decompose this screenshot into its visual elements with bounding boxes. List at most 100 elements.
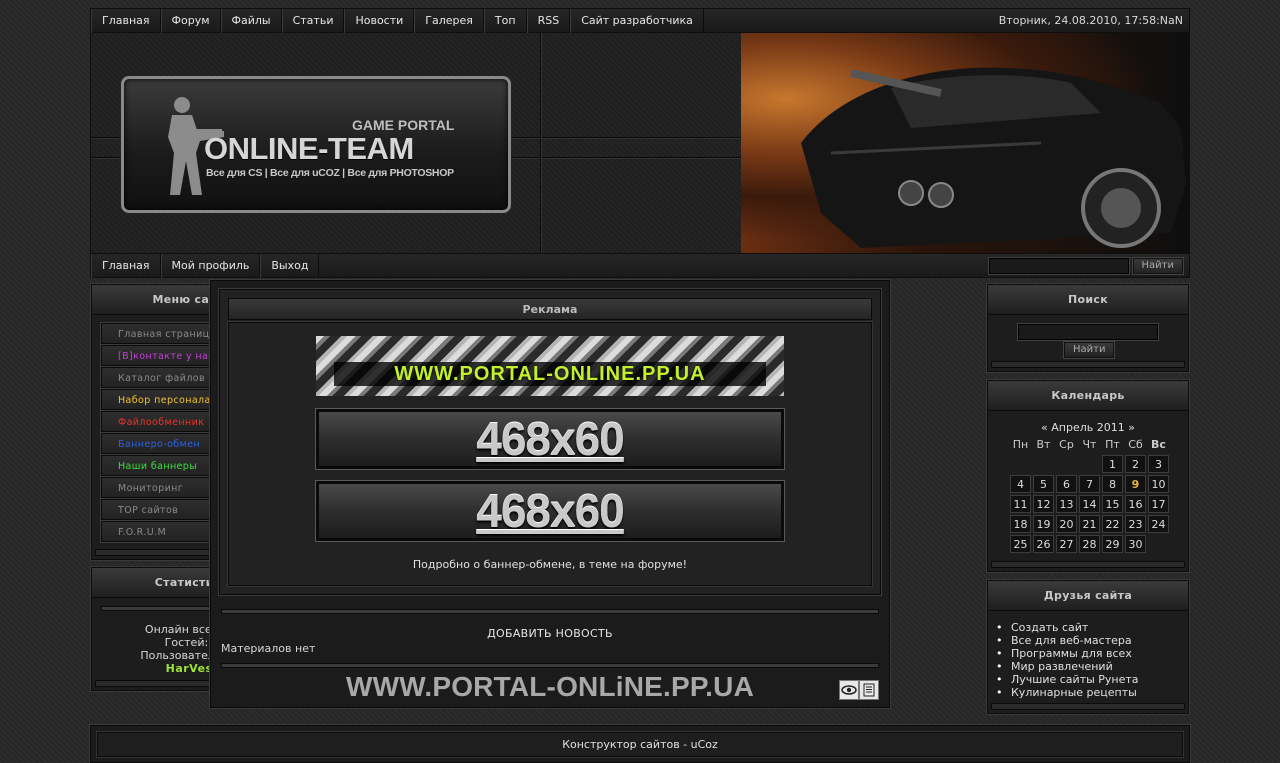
top-nav-news[interactable]: Новости bbox=[344, 9, 415, 33]
calendar-day[interactable]: 10 bbox=[1148, 475, 1169, 493]
friend-link[interactable]: Создать сайт bbox=[1011, 621, 1088, 634]
block-bottom-bar bbox=[991, 361, 1185, 368]
calendar-day[interactable]: 23 bbox=[1125, 515, 1146, 533]
calendar-empty-cell bbox=[1033, 455, 1054, 473]
ad-block: Реклама WWW.PORTAL-ONLINE.PP.UA 468x60 4… bbox=[219, 289, 881, 595]
site-header: GAME PORTAL ONLINE-TEAM Все для CS | Все… bbox=[90, 33, 1190, 253]
top-nav-home[interactable]: Главная bbox=[91, 9, 161, 33]
header-search-input[interactable] bbox=[988, 258, 1129, 274]
calendar-day[interactable]: 20 bbox=[1056, 515, 1077, 533]
calendar-day[interactable]: 28 bbox=[1079, 535, 1100, 553]
calendar-day[interactable]: 14 bbox=[1079, 495, 1100, 513]
ad-block-title: Реклама bbox=[228, 298, 872, 320]
weekday-label: Вс bbox=[1151, 437, 1166, 451]
calendar-day[interactable]: 30 bbox=[1125, 535, 1146, 553]
calendar-day[interactable]: 2 bbox=[1125, 455, 1146, 473]
site-footer: Конструктор сайтов - uCoz bbox=[90, 725, 1190, 763]
top-nav-articles[interactable]: Статьи bbox=[281, 9, 345, 33]
calendar-day[interactable]: 6 bbox=[1056, 475, 1077, 493]
weekday-label: Чт bbox=[1082, 437, 1097, 451]
friend-link[interactable]: Лучшие сайты Рунета bbox=[1011, 673, 1139, 686]
friend-link[interactable]: Все для веб-мастера bbox=[1011, 634, 1132, 647]
calendar-day[interactable]: 12 bbox=[1033, 495, 1054, 513]
calendar-day[interactable]: 25 bbox=[1010, 535, 1031, 553]
eye-icon[interactable] bbox=[839, 680, 859, 700]
add-news-link[interactable]: ДОБАВИТЬ НОВОСТЬ bbox=[211, 627, 889, 640]
banner-placeholder-2[interactable]: 468x60 bbox=[316, 481, 784, 541]
site-logo[interactable]: GAME PORTAL ONLINE-TEAM Все для CS | Все… bbox=[121, 76, 511, 213]
calendar-day[interactable]: 3 bbox=[1148, 455, 1169, 473]
weekday-label: Ср bbox=[1059, 437, 1074, 451]
friends-block: Друзья сайта Создать сайт Все для веб-ма… bbox=[987, 580, 1189, 714]
top-nav-files[interactable]: Файлы bbox=[220, 9, 282, 33]
calendar-day[interactable]: 8 bbox=[1102, 475, 1123, 493]
calendar-day[interactable]: 26 bbox=[1033, 535, 1054, 553]
user-nav-profile[interactable]: Мой профиль bbox=[160, 254, 261, 278]
calendar-empty-cell bbox=[1079, 455, 1100, 473]
calendar-day[interactable]: 29 bbox=[1102, 535, 1123, 553]
friends-list-item: Программы для всех bbox=[996, 647, 1139, 660]
top-nav-forum[interactable]: Форум bbox=[160, 9, 221, 33]
sidebar-search-button[interactable]: Найти bbox=[1064, 342, 1115, 358]
calendar-day[interactable]: 1 bbox=[1102, 455, 1123, 473]
header-divider bbox=[540, 33, 541, 253]
friends-list: Создать сайт Все для веб-мастера Програм… bbox=[996, 621, 1139, 699]
stats-guests-label: Гостей: bbox=[164, 636, 209, 649]
calendar-day[interactable]: 13 bbox=[1056, 495, 1077, 513]
block-bottom-bar bbox=[991, 703, 1185, 710]
calendar-day[interactable]: 24 bbox=[1148, 515, 1169, 533]
calendar-weekdays: Пн Вт Ср Чт Пт Сб Вс bbox=[1010, 435, 1169, 453]
calendar-empty-cell bbox=[1010, 455, 1031, 473]
search-block: Поиск Найти bbox=[987, 284, 1189, 372]
calendar-day[interactable]: 9 bbox=[1125, 475, 1146, 493]
document-icon[interactable] bbox=[859, 680, 879, 700]
footer-inner: Конструктор сайтов - uCoz bbox=[97, 732, 1183, 757]
calendar-day[interactable]: 19 bbox=[1033, 515, 1054, 533]
top-nav-rss[interactable]: RSS bbox=[526, 9, 571, 33]
logo-tagline: Все для CS | Все для uCOZ | Все для PHOT… bbox=[206, 167, 454, 179]
friends-list-item: Все для веб-мастера bbox=[996, 634, 1139, 647]
footer-ucoz-link[interactable]: Конструктор сайтов - uCoz bbox=[562, 738, 718, 751]
calendar-day[interactable]: 22 bbox=[1102, 515, 1123, 533]
calendar-day[interactable]: 7 bbox=[1079, 475, 1100, 493]
calendar-day[interactable]: 5 bbox=[1033, 475, 1054, 493]
friend-link[interactable]: Кулинарные рецепты bbox=[1011, 686, 1137, 699]
calendar-empty-cell bbox=[1148, 535, 1169, 553]
user-nav-logout[interactable]: Выход bbox=[260, 254, 320, 278]
friends-title: Друзья сайта bbox=[988, 581, 1188, 611]
car-image bbox=[741, 33, 1189, 253]
portal-banner[interactable]: WWW.PORTAL-ONLINE.PP.UA bbox=[316, 336, 784, 396]
page-tools bbox=[839, 680, 879, 700]
user-navigation: Главная Мой профиль Выход Найти bbox=[90, 253, 1190, 278]
calendar-week: 123 bbox=[1010, 455, 1169, 473]
calendar-day[interactable]: 21 bbox=[1079, 515, 1100, 533]
calendar-days: 1 2 3 4 5 6 7 8 9 10 11 12 13 14 15 16 17 18 19 20 21 22 23 24 2… bbox=[1010, 455, 1169, 553]
weekday-label: Вт bbox=[1036, 437, 1051, 451]
friend-link[interactable]: Программы для всех bbox=[1011, 647, 1132, 660]
top-menu: Главная Форум Файлы Статьи Новости Галер… bbox=[91, 9, 704, 33]
user-menu: Главная Мой профиль Выход bbox=[91, 254, 320, 278]
user-nav-home[interactable]: Главная bbox=[91, 254, 161, 278]
calendar-day[interactable]: 27 bbox=[1056, 535, 1077, 553]
calendar-week: 11 12 13 14 15 16 17 bbox=[1010, 495, 1169, 513]
top-nav-developer-site[interactable]: Сайт разработчика bbox=[570, 9, 704, 33]
friends-list-item: Кулинарные рецепты bbox=[996, 686, 1139, 699]
calendar-day[interactable]: 4 bbox=[1010, 475, 1031, 493]
calendar-day[interactable]: 17 bbox=[1148, 495, 1169, 513]
banner-exchange-note: Подробно о баннер-обмене, в теме на фору… bbox=[412, 558, 688, 571]
current-date: Вторник, 24.08.2010, 17:58:NaN bbox=[998, 14, 1183, 27]
block-bottom-bar bbox=[991, 561, 1185, 568]
sidebar-search-input[interactable] bbox=[1018, 324, 1158, 340]
calendar-day[interactable]: 11 bbox=[1010, 495, 1031, 513]
top-nav-gallery[interactable]: Галерея bbox=[414, 9, 484, 33]
weekday-label: Сб bbox=[1128, 437, 1143, 451]
header-search-button[interactable]: Найти bbox=[1132, 258, 1183, 274]
ad-block-body: WWW.PORTAL-ONLINE.PP.UA 468x60 468x60 По… bbox=[228, 322, 872, 586]
calendar-day[interactable]: 15 bbox=[1102, 495, 1123, 513]
banner-placeholder-1[interactable]: 468x60 bbox=[316, 409, 784, 469]
calendar-day[interactable]: 18 bbox=[1010, 515, 1031, 533]
top-navigation: Главная Форум Файлы Статьи Новости Галер… bbox=[90, 8, 1190, 33]
calendar-day[interactable]: 16 bbox=[1125, 495, 1146, 513]
friend-link[interactable]: Мир развлечений bbox=[1011, 660, 1113, 673]
top-nav-top[interactable]: Топ bbox=[483, 9, 527, 33]
